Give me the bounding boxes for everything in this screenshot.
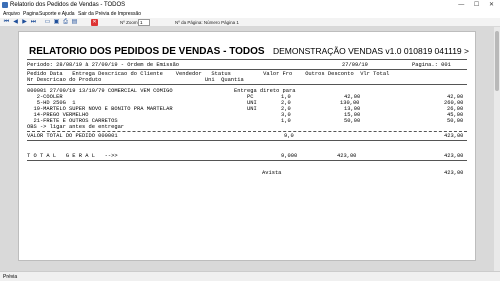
divider (27, 59, 467, 60)
item-qty: 1,0 (281, 118, 291, 124)
zoom-value: 1 (140, 20, 143, 25)
report-title: RELATORIO DOS PEDIDOS DE VENDAS - TODOS (29, 46, 265, 57)
page-number-label: Nº da Página: Número Página 1 (175, 20, 239, 25)
divider (27, 160, 467, 161)
grand-total-value: 423,00 (337, 153, 357, 159)
menu-bar: Arquivo Pagina Suporte e Ajuda Sair da P… (0, 10, 500, 18)
window-title: Relatorio dos Pedidos de Vendas - TODOS (10, 2, 126, 8)
window-controls[interactable]: — ☐ ✕ (458, 1, 498, 9)
previous-page-icon[interactable]: ◀ (12, 19, 19, 26)
close-preview-icon[interactable]: ✕ (91, 19, 98, 26)
divider (27, 131, 467, 132)
preview-viewport[interactable]: RELATORIO DOS PEDIDOS DE VENDAS - TODOS … (0, 27, 500, 271)
grand-total-sum: 423,00 (444, 153, 464, 159)
divider (27, 69, 467, 70)
menu-suporte[interactable]: Suporte e Ajuda (39, 10, 75, 18)
print-icon[interactable]: ⎙ (62, 19, 69, 26)
scroll-thumb[interactable] (495, 31, 499, 91)
order-line: 000001 27/09/19 13/10/79 COMERCIAL VEM C… (27, 88, 296, 94)
menu-arquivo[interactable]: Arquivo (3, 10, 20, 18)
grand-total-qty: 9,000 (281, 153, 298, 159)
zoom-in-icon[interactable]: ▣ (53, 19, 60, 26)
avista-value: 423,00 (444, 170, 464, 176)
order-total-qty: 9,0 (284, 133, 294, 139)
app-icon (2, 2, 8, 8)
item-total: 50,00 (447, 118, 464, 124)
item-uni: UNI (247, 106, 257, 112)
order-total-label: VALOR TOTAL DO PEDIDO 000001 (27, 133, 118, 139)
report-period: Periodo: 28/08/19 à 27/09/19 - Ordem de … (27, 62, 180, 68)
first-page-icon[interactable]: ⏮ (3, 19, 10, 26)
vertical-scrollbar[interactable] (494, 27, 500, 271)
divider (27, 140, 467, 141)
report-demo-version: DEMONSTRAÇÃO VENDAS v1.0 010819 041119 > (273, 46, 469, 56)
grand-total-label: T O T A L G E R A L -->> (27, 153, 118, 159)
menu-sair-previa[interactable]: Sair da Prévia de Impressão (78, 10, 141, 18)
report-page-number: Pagina.: 001 (412, 62, 451, 68)
zoom-label: Nº Zoom (120, 20, 138, 25)
avista-label: Avista (262, 170, 282, 176)
zoom-out-icon[interactable]: ▭ (44, 19, 51, 26)
item-price: 50,00 (344, 118, 361, 124)
divider (27, 84, 467, 85)
last-page-icon[interactable]: ⏭ (30, 19, 37, 26)
report-page: RELATORIO DOS PEDIDOS DE VENDAS - TODOS … (18, 31, 476, 261)
title-bar: Relatorio dos Pedidos de Vendas - TODOS … (0, 0, 500, 10)
table-header-row-2: Nr Descricao do Produto Uni Quantia (27, 77, 244, 83)
toolbar: ⏮ ◀ ▶ ⏭ ▭ ▣ ⎙ ▤ ✕ Nº Zoom 1 Nº da Página… (0, 18, 500, 27)
status-text: Prévia (3, 274, 18, 280)
zoom-select[interactable]: 1 (138, 19, 150, 26)
report-date: 27/09/19 (342, 62, 368, 68)
order-obs: OBS -> ligar antes de entregar (27, 124, 125, 130)
order-total-value: 423,00 (444, 133, 464, 139)
status-bar: Prévia (0, 271, 500, 281)
save-icon[interactable]: ▤ (71, 19, 78, 26)
next-page-icon[interactable]: ▶ (21, 19, 28, 26)
menu-pagina[interactable]: Pagina (23, 10, 39, 18)
